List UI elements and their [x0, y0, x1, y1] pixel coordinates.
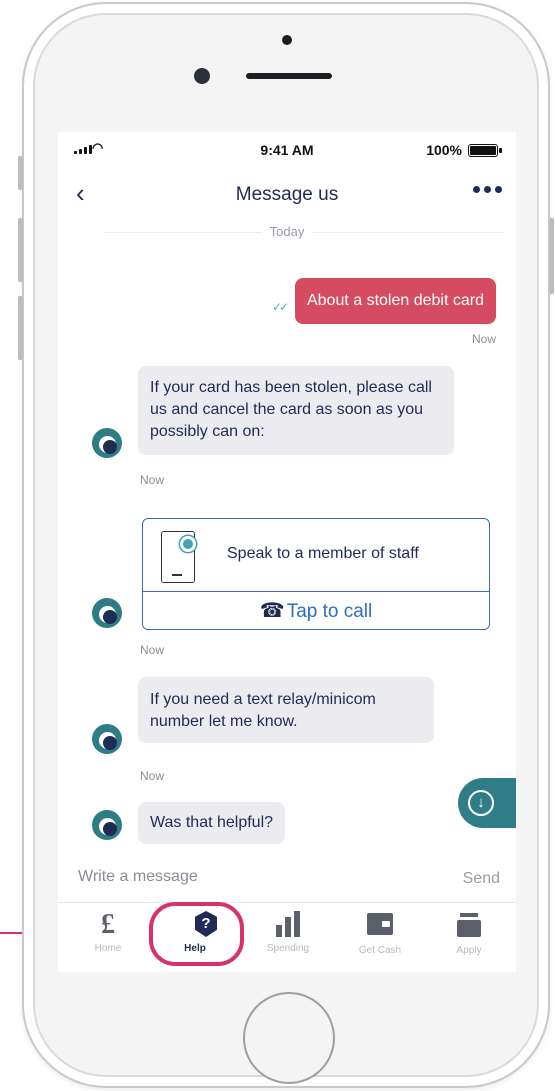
- arrow-down-icon: ↓: [468, 790, 494, 816]
- earpiece-speaker: [246, 73, 332, 79]
- tap-to-call-button[interactable]: ☎ Tap to call: [143, 593, 489, 629]
- battery-percentage: 100%: [426, 142, 462, 158]
- scroll-to-bottom-button[interactable]: ↓: [458, 778, 516, 828]
- read-receipt-icon: ✓✓: [272, 300, 289, 314]
- agent-avatar-icon: [92, 428, 122, 458]
- front-sensor: [282, 35, 292, 45]
- message-time: Now: [140, 643, 165, 657]
- send-button[interactable]: Send: [463, 870, 500, 888]
- mute-switch: [18, 156, 23, 190]
- phone-handset-icon: ☎: [259, 600, 285, 622]
- outgoing-message-bubble: About a stolen debit card: [294, 278, 496, 324]
- battery-icon: [468, 144, 502, 157]
- tab-label: Home: [94, 943, 122, 954]
- tab-home[interactable]: £ Home: [68, 909, 148, 955]
- tab-label: Get Cash: [358, 945, 402, 956]
- wallet-icon: [367, 913, 393, 935]
- call-card: Speak to a member of staff ☎ Tap to call: [142, 518, 490, 630]
- message-input[interactable]: [78, 868, 378, 886]
- page-title: Message us: [235, 184, 339, 205]
- agent-avatar-icon: [92, 598, 122, 628]
- notification-dot-icon: [183, 539, 193, 549]
- tab-spending[interactable]: Spending: [248, 911, 328, 954]
- more-options-icon[interactable]: [473, 186, 502, 193]
- power-button: [549, 218, 554, 294]
- front-camera: [194, 68, 210, 84]
- pound-icon: £: [101, 909, 115, 940]
- phone-frame: ◠ 9:41 AM 100% ‹ Message us Today ✓✓ Abo…: [18, 2, 554, 1088]
- tab-label: Spending: [266, 943, 310, 954]
- message-time: Now: [471, 332, 496, 346]
- tray-icon: [457, 913, 481, 937]
- status-bar: ◠ 9:41 AM 100%: [58, 132, 516, 164]
- incoming-message-bubble: If your card has been stolen, please cal…: [138, 366, 454, 455]
- message-time: Now: [140, 473, 165, 487]
- phone-screen: ◠ 9:41 AM 100% ‹ Message us Today ✓✓ Abo…: [58, 132, 516, 972]
- navigation-bar: ‹ Message us: [58, 174, 516, 218]
- volume-up-button: [18, 218, 23, 282]
- volume-down-button: [18, 296, 23, 360]
- tab-label: Apply: [456, 945, 482, 956]
- message-time: Now: [140, 769, 165, 783]
- tab-bar: £ Home ? Help Spending Get Cash Apply: [58, 902, 516, 972]
- date-separator-label: Today: [261, 224, 313, 239]
- date-separator: Today: [58, 224, 516, 244]
- home-button[interactable]: [243, 992, 335, 1084]
- agent-avatar-icon: [92, 810, 122, 840]
- incoming-message-bubble: Was that helpful?: [138, 802, 286, 844]
- incoming-message-bubble: If you need a text relay/minicom number …: [138, 677, 434, 743]
- bar-chart-icon: [248, 911, 328, 937]
- tap-to-call-label: Tap to call: [286, 601, 373, 622]
- agent-avatar-icon: [92, 724, 122, 754]
- help-highlight-ring: [149, 902, 244, 966]
- message-composer: Send: [58, 858, 516, 902]
- tab-get-cash[interactable]: Get Cash: [340, 911, 420, 956]
- tab-apply[interactable]: Apply: [429, 911, 509, 956]
- call-card-title: Speak to a member of staff: [227, 545, 419, 562]
